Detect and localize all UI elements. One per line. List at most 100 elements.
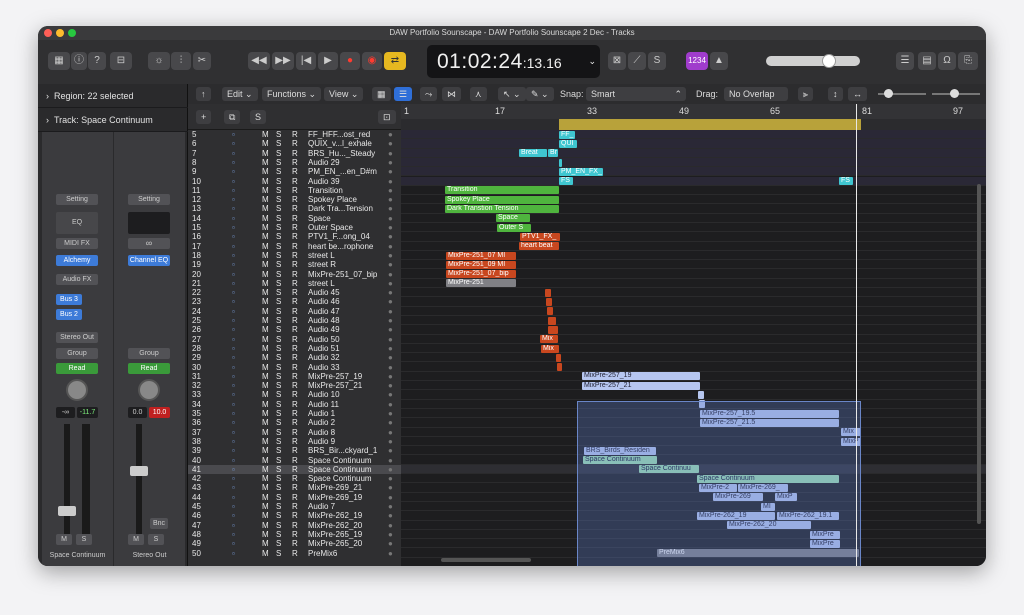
mute-button[interactable]: M: [262, 177, 269, 186]
track-header[interactable]: 48 ▫ M S R MixPre-265_19 ●: [188, 530, 401, 539]
track-header[interactable]: 7 ▫ M S R BRS_Hu..._Steady ●: [188, 149, 401, 158]
bar-ruler[interactable]: 1 17 33 49 65 81 97: [401, 104, 986, 119]
volume-fader[interactable]: [130, 466, 148, 476]
mute-button[interactable]: M: [262, 270, 269, 279]
catch-icon[interactable]: ⤳: [420, 87, 438, 101]
instrument-slot[interactable]: Alchemy: [56, 255, 98, 266]
solo-button[interactable]: S: [276, 539, 281, 548]
mute-button[interactable]: M: [262, 456, 269, 465]
region[interactable]: Mix: [541, 344, 559, 353]
mute-button[interactable]: M: [262, 418, 269, 427]
record-enable-button[interactable]: R: [292, 232, 298, 241]
solo-button[interactable]: S: [276, 288, 281, 297]
record-enable-button[interactable]: R: [292, 204, 298, 213]
region[interactable]: [548, 316, 556, 325]
track-header[interactable]: 40 ▫ M S R Space Continuum ●: [188, 456, 401, 465]
mute-button[interactable]: M: [262, 549, 269, 558]
region[interactable]: MixPre-251: [446, 279, 516, 288]
grid-view-icon[interactable]: ▦: [372, 87, 391, 101]
track-lane[interactable]: [401, 307, 986, 316]
track-header[interactable]: 10 ▫ M S R Audio 39 ●: [188, 177, 401, 186]
mute-button[interactable]: M: [262, 316, 269, 325]
horizontal-zoom-icon[interactable]: ↔: [848, 87, 867, 101]
eq-display[interactable]: [128, 212, 170, 234]
browser-icon[interactable]: ⎘: [958, 52, 978, 70]
solo-button[interactable]: S: [276, 223, 281, 232]
mute-button[interactable]: M: [262, 474, 269, 483]
mute-button[interactable]: M: [262, 521, 269, 530]
region[interactable]: FS: [839, 177, 853, 186]
track-header[interactable]: 36 ▫ M S R Audio 2 ●: [188, 418, 401, 427]
mute-button[interactable]: M: [262, 214, 269, 223]
record-enable-button[interactable]: R: [292, 539, 298, 548]
solo-button[interactable]: S: [276, 260, 281, 269]
region[interactable]: Spokey Place: [445, 195, 559, 204]
track-lane[interactable]: [401, 242, 986, 251]
record-enable-button[interactable]: R: [292, 149, 298, 158]
track-header[interactable]: 19 ▫ M S Rstreet R ●: [188, 260, 401, 269]
track-lane[interactable]: [401, 130, 986, 140]
track-header[interactable]: 9 ▫ M S R PM_EN_...en_D#m ●: [188, 167, 401, 176]
mute-button[interactable]: M: [128, 534, 144, 545]
mixer-icon[interactable]: ⫶: [171, 52, 191, 70]
record-enable-button[interactable]: R: [292, 456, 298, 465]
track-lane[interactable]: [401, 232, 986, 242]
track-header[interactable]: 28 ▫ M S R Audio 51 ●: [188, 344, 401, 353]
track-header[interactable]: 26 ▫ M S R Audio 49 ●: [188, 325, 401, 334]
track-header[interactable]: 45 ▫ M S R Audio 7 ●: [188, 502, 401, 511]
solo-button[interactable]: S: [276, 158, 281, 167]
record-enable-button[interactable]: R: [292, 251, 298, 260]
playhead[interactable]: [856, 104, 857, 566]
track-header[interactable]: 16 ▫ M S R PTV1_F...ong_04 ●: [188, 232, 401, 241]
solo-button[interactable]: S: [276, 483, 281, 492]
track-header[interactable]: 23 ▫ M S R Audio 46 ●: [188, 297, 401, 306]
horizontal-scrollbar[interactable]: [441, 558, 531, 562]
region[interactable]: Mix: [540, 335, 558, 344]
record-enable-button[interactable]: R: [292, 511, 298, 520]
solo-button[interactable]: S: [276, 465, 281, 474]
record-enable-button[interactable]: R: [292, 474, 298, 483]
track-lane[interactable]: [401, 344, 986, 354]
solo-button[interactable]: S: [276, 195, 281, 204]
record-enable-button[interactable]: R: [292, 177, 298, 186]
mute-button[interactable]: M: [262, 158, 269, 167]
record-enable-button[interactable]: R: [292, 325, 298, 334]
play-icon[interactable]: ▶: [318, 52, 338, 70]
record-icon[interactable]: ●: [340, 52, 360, 70]
mute-button[interactable]: M: [262, 297, 269, 306]
solo-button[interactable]: S: [276, 493, 281, 502]
track-lane[interactable]: [401, 157, 986, 168]
track-lane[interactable]: [401, 316, 986, 326]
track-header[interactable]: 14 ▫ M S R Space ●: [188, 214, 401, 223]
tuner-icon[interactable]: ⟋: [628, 52, 646, 70]
solo-button[interactable]: S: [276, 372, 281, 381]
mute-button[interactable]: M: [262, 279, 269, 288]
solo-button[interactable]: S: [276, 549, 281, 558]
region[interactable]: MixPre-251_07 MI: [446, 251, 516, 260]
region[interactable]: PTV1_FX_: [520, 232, 560, 241]
mute-button[interactable]: M: [262, 428, 269, 437]
record-enable-button[interactable]: R: [292, 139, 298, 148]
record-enable-button[interactable]: R: [292, 428, 298, 437]
track-header[interactable]: 37 ▫ M S R Audio 8 ●: [188, 428, 401, 437]
solo-button[interactable]: S: [276, 307, 281, 316]
track-header[interactable]: 17 ▫ M S Rheart be...rophone ●: [188, 242, 401, 251]
track-header[interactable]: 21 ▫ M S Rstreet L ●: [188, 279, 401, 288]
automation-mode[interactable]: Read: [128, 363, 170, 374]
drag-select[interactable]: No Overlap: [724, 87, 788, 101]
track-lane[interactable]: [401, 176, 986, 186]
marker-lane[interactable]: [401, 119, 986, 130]
mute-button[interactable]: M: [262, 483, 269, 492]
region[interactable]: [559, 158, 562, 167]
cycle-icon[interactable]: ⇄: [384, 52, 406, 70]
track-header[interactable]: 34 ▫ M S R Audio 11 ●: [188, 400, 401, 409]
solo-button[interactable]: S: [276, 325, 281, 334]
track-lane[interactable]: [401, 335, 986, 344]
volume-fader[interactable]: [58, 506, 76, 516]
add-track-icon[interactable]: +: [196, 110, 212, 124]
solo-button[interactable]: S: [276, 297, 281, 306]
solo-button[interactable]: S: [276, 251, 281, 260]
track-header[interactable]: 49 ▫ M S R MixPre-265_20 ●: [188, 539, 401, 548]
record-enable-button[interactable]: R: [292, 521, 298, 530]
record-enable-button[interactable]: R: [292, 372, 298, 381]
